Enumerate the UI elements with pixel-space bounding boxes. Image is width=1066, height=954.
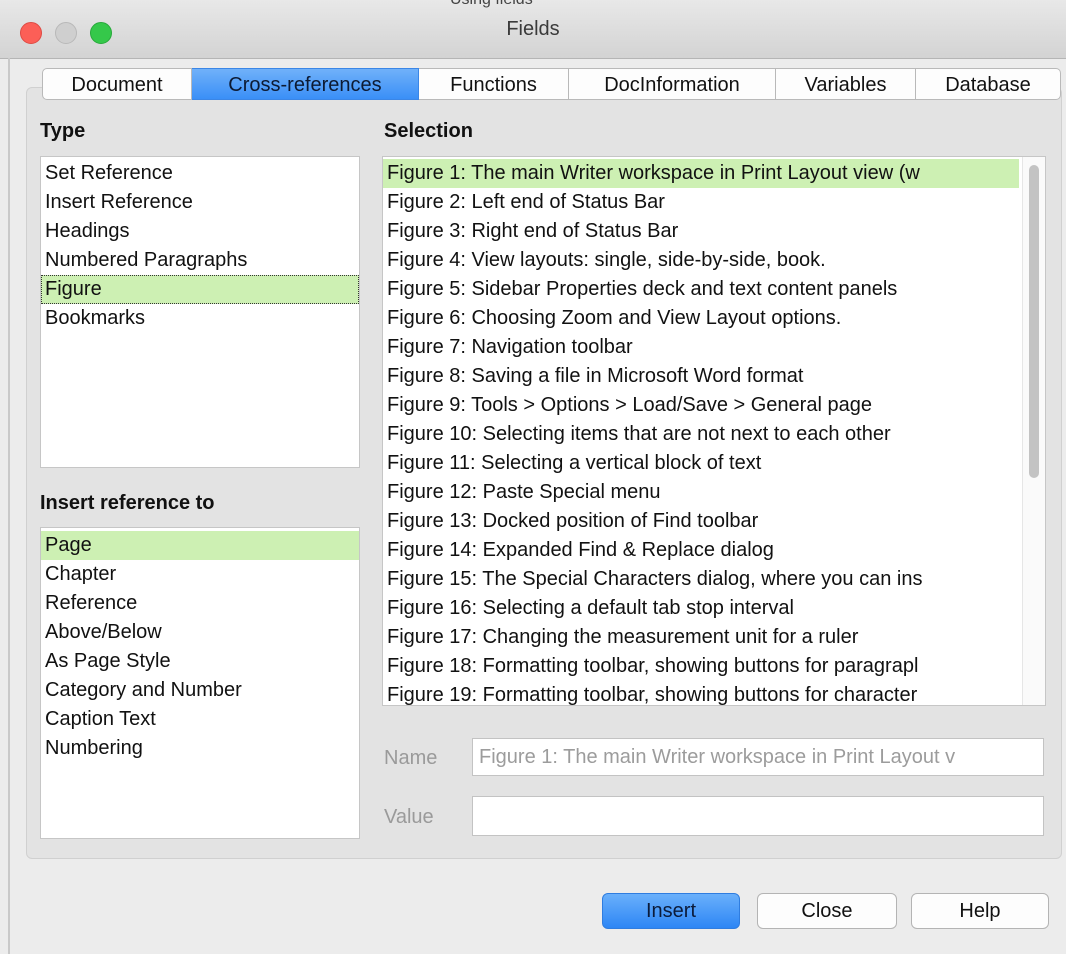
list-item[interactable]: Numbered Paragraphs — [41, 246, 359, 275]
list-item[interactable]: Figure 15: The Special Characters dialog… — [383, 565, 1019, 594]
list-item[interactable]: Figure 8: Saving a file in Microsoft Wor… — [383, 362, 1019, 391]
window-edge-divider — [8, 58, 10, 954]
list-item[interactable]: Figure 10: Selecting items that are not … — [383, 420, 1019, 449]
value-label: Value — [384, 806, 434, 828]
insert-reference-list[interactable]: Page Chapter Reference Above/Below As Pa… — [40, 527, 360, 839]
list-item[interactable]: Figure 19: Formatting toolbar, showing b… — [383, 681, 1019, 705]
tab-variables[interactable]: Variables — [776, 68, 916, 100]
list-item[interactable]: Figure 2: Left end of Status Bar — [383, 188, 1019, 217]
list-item-selected[interactable]: Page — [41, 531, 359, 560]
list-item[interactable]: Figure 13: Docked position of Find toolb… — [383, 507, 1019, 536]
background-window-text: Using fields — [450, 0, 540, 8]
type-heading: Type — [40, 120, 86, 142]
list-item[interactable]: Chapter — [41, 560, 359, 589]
list-item[interactable]: Figure 4: View layouts: single, side-by-… — [383, 246, 1019, 275]
list-item[interactable]: Figure 3: Right end of Status Bar — [383, 217, 1019, 246]
list-item[interactable]: Bookmarks — [41, 304, 359, 333]
selection-scrollbar[interactable] — [1022, 157, 1045, 705]
scrollbar-thumb[interactable] — [1029, 165, 1039, 478]
type-list[interactable]: Set Reference Insert Reference Headings … — [40, 156, 360, 468]
list-item[interactable]: Above/Below — [41, 618, 359, 647]
selection-heading: Selection — [384, 120, 473, 142]
title-bar: Using fields Fields — [0, 0, 1066, 59]
list-item-selected[interactable]: Figure — [41, 275, 359, 304]
list-item[interactable]: Insert Reference — [41, 188, 359, 217]
list-item[interactable]: Numbering — [41, 734, 359, 763]
list-item[interactable]: As Page Style — [41, 647, 359, 676]
list-item[interactable]: Figure 7: Navigation toolbar — [383, 333, 1019, 362]
selection-list[interactable]: Figure 1: The main Writer workspace in P… — [382, 156, 1046, 706]
list-item-selected[interactable]: Figure 1: The main Writer workspace in P… — [383, 159, 1019, 188]
value-field[interactable] — [472, 796, 1044, 836]
list-item[interactable]: Set Reference — [41, 159, 359, 188]
help-button[interactable]: Help — [911, 893, 1049, 929]
list-item[interactable]: Figure 5: Sidebar Properties deck and te… — [383, 275, 1019, 304]
list-item[interactable]: Figure 17: Changing the measurement unit… — [383, 623, 1019, 652]
list-item[interactable]: Figure 14: Expanded Find & Replace dialo… — [383, 536, 1019, 565]
tab-cross-references[interactable]: Cross-references — [192, 68, 419, 100]
list-item[interactable]: Headings — [41, 217, 359, 246]
tab-database[interactable]: Database — [916, 68, 1061, 100]
list-item[interactable]: Reference — [41, 589, 359, 618]
tab-functions[interactable]: Functions — [419, 68, 569, 100]
close-button[interactable]: Close — [757, 893, 897, 929]
tab-docinformation[interactable]: DocInformation — [569, 68, 776, 100]
insert-reference-heading: Insert reference to — [40, 492, 215, 514]
list-item[interactable]: Figure 16: Selecting a default tab stop … — [383, 594, 1019, 623]
list-item[interactable]: Figure 6: Choosing Zoom and View Layout … — [383, 304, 1019, 333]
list-item[interactable]: Figure 9: Tools > Options > Load/Save > … — [383, 391, 1019, 420]
tab-bar: Document Cross-references Functions DocI… — [42, 68, 1061, 102]
window-title: Fields — [506, 18, 560, 40]
list-item[interactable]: Figure 11: Selecting a vertical block of… — [383, 449, 1019, 478]
list-item[interactable]: Caption Text — [41, 705, 359, 734]
insert-button[interactable]: Insert — [602, 893, 740, 929]
list-item[interactable]: Figure 12: Paste Special menu — [383, 478, 1019, 507]
list-item[interactable]: Figure 18: Formatting toolbar, showing b… — [383, 652, 1019, 681]
name-field[interactable] — [472, 738, 1044, 776]
tab-document[interactable]: Document — [42, 68, 192, 100]
list-item[interactable]: Category and Number — [41, 676, 359, 705]
name-label: Name — [384, 747, 438, 769]
